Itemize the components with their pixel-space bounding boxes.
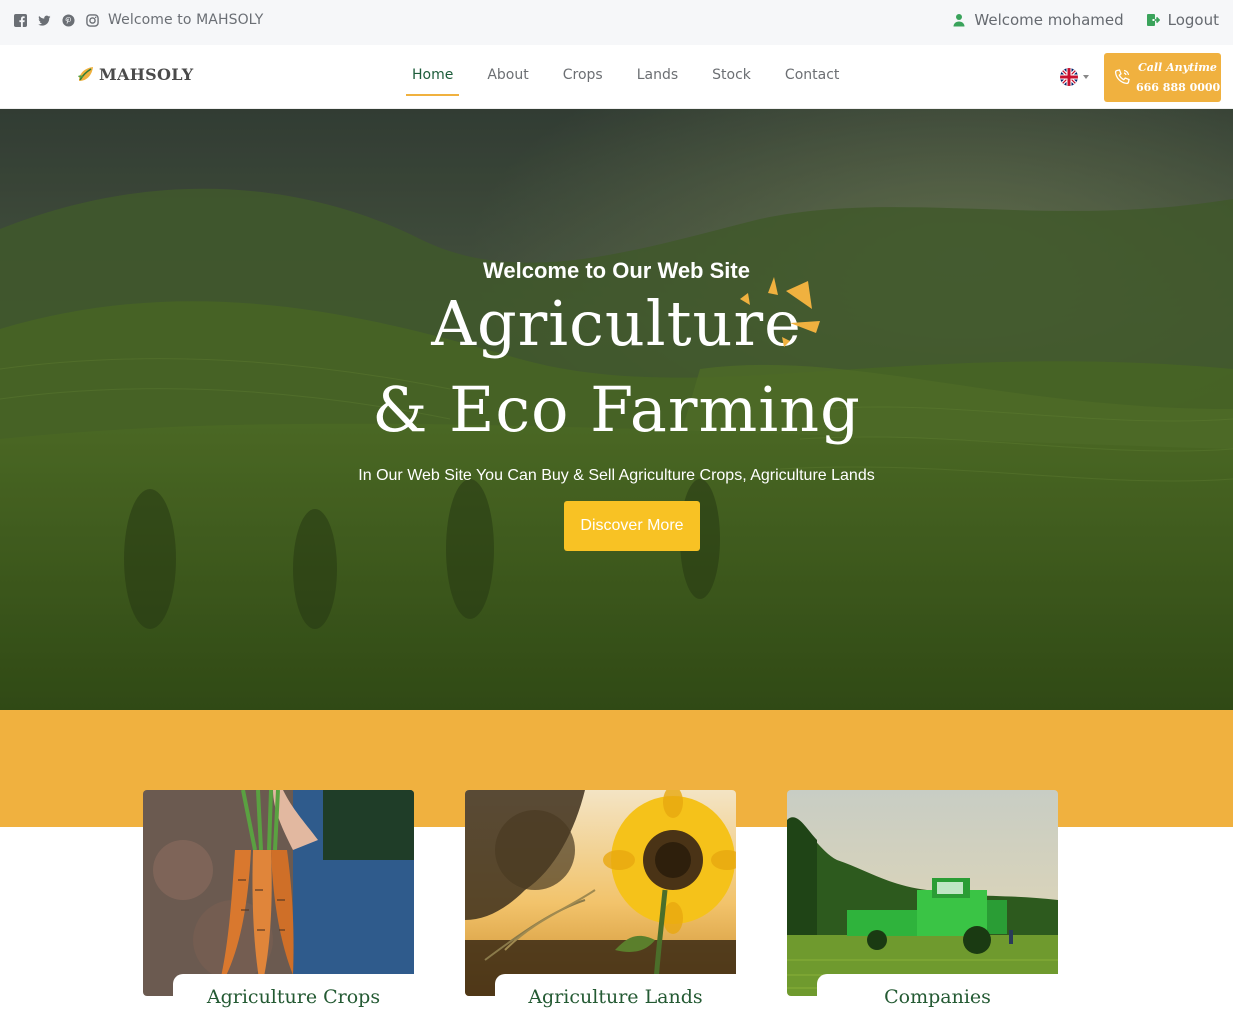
hero-title-line1: Agriculture [431,287,802,360]
carrots-image [143,790,414,996]
nav-crops[interactable]: Crops [563,45,603,109]
hero-subtitle: Welcome to Our Web Site [483,258,750,283]
hero-section: Welcome to Our Web Site Agriculture & Ec… [0,109,1233,710]
instagram-icon[interactable] [86,14,99,27]
logout-link[interactable]: Logout [1168,11,1219,29]
pinterest-icon[interactable] [62,14,75,27]
twitter-icon[interactable] [38,14,51,27]
sparkle-decoration-icon [740,277,820,347]
feature-card-lands[interactable] [465,790,736,996]
hero-description: In Our Web Site You Can Buy & Sell Agric… [358,467,875,484]
main-nav: Home About Crops Lands Stock Contact [405,45,873,109]
nav-lands[interactable]: Lands [637,45,678,109]
chevron-down-icon [1083,75,1089,79]
hero-title-line2: & Eco Farming [372,373,861,446]
feature-card-crops[interactable] [143,790,414,996]
feature-label-lands[interactable]: Agriculture Lands [495,974,736,1021]
leaf-logo-icon [76,64,96,84]
nav-contact[interactable]: Contact [785,45,839,109]
discover-more-button[interactable]: Discover More [564,501,700,551]
feature-label-companies[interactable]: Companies [817,974,1058,1021]
nav-stock[interactable]: Stock [712,45,751,109]
logo[interactable]: MAHSOLY [76,64,193,84]
top-bar: Welcome to MAHSOLY Welcome mohamed Logou… [0,0,1233,45]
user-area: Welcome mohamed Logout [952,11,1219,29]
harvester-image [787,790,1058,996]
main-header: MAHSOLY Home About Crops Lands Stock Con… [0,45,1233,109]
phone-icon [1114,69,1130,85]
uk-flag-icon [1060,68,1078,86]
call-anytime-button[interactable]: Call Anytime 666 888 0000 [1104,53,1221,102]
feature-card-companies[interactable] [787,790,1058,996]
social-links [14,14,99,27]
sunflower-image [465,790,736,996]
language-selector[interactable] [1060,68,1089,86]
call-label: Call Anytime [1138,61,1217,74]
call-number: 666 888 0000 [1136,81,1221,94]
nav-about[interactable]: About [487,45,528,109]
welcome-site-text: Welcome to MAHSOLY [108,12,264,28]
facebook-icon[interactable] [14,14,27,27]
welcome-user-text: Welcome mohamed [974,11,1124,29]
nav-home[interactable]: Home [405,45,460,109]
user-icon [952,13,966,27]
feature-label-crops[interactable]: Agriculture Crops [173,974,414,1021]
logout-icon[interactable] [1146,13,1160,27]
logo-text: MAHSOLY [99,64,194,84]
